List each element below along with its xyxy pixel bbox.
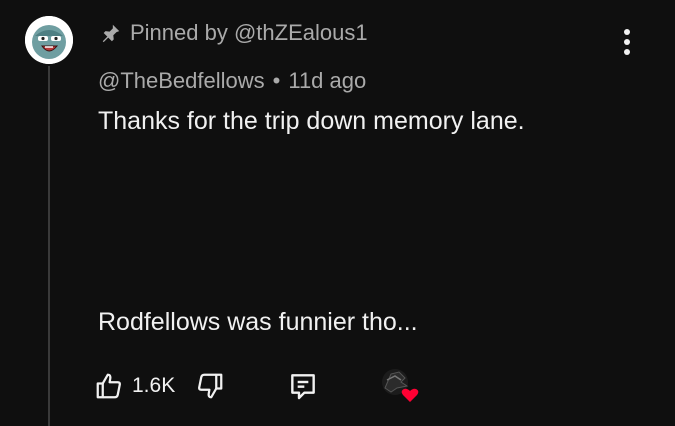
pin-icon bbox=[100, 22, 122, 44]
pinned-indicator: Pinned by @thZEalous1 bbox=[100, 18, 368, 48]
thumbs-up-icon bbox=[94, 371, 124, 401]
like-button[interactable]: 1.6K bbox=[94, 371, 175, 401]
thread-line bbox=[48, 66, 50, 426]
thumbs-down-icon bbox=[198, 373, 223, 399]
author-handle[interactable]: @TheBedfellows bbox=[98, 68, 265, 94]
dislike-button[interactable] bbox=[195, 371, 225, 401]
more-options-button[interactable] bbox=[612, 24, 642, 60]
avatar-image bbox=[25, 16, 73, 64]
like-count: 1.6K bbox=[132, 374, 176, 397]
creator-heart-icon bbox=[382, 369, 419, 402]
pinned-label: Pinned by @thZEalous1 bbox=[130, 20, 368, 45]
more-vertical-icon-dot bbox=[624, 29, 630, 35]
avatar[interactable] bbox=[25, 16, 73, 64]
more-vertical-icon-dot bbox=[624, 49, 630, 55]
comment-text-line-2: Rodfellows was funnier tho... bbox=[98, 308, 418, 336]
comment-text-line-1: Thanks for the trip down memory lane. bbox=[98, 107, 525, 135]
reply-comment-icon bbox=[291, 374, 316, 400]
separator-dot: • bbox=[272, 68, 281, 93]
more-vertical-icon-dot bbox=[624, 39, 630, 45]
comment-actions: 1.6K bbox=[94, 366, 421, 406]
timestamp[interactable]: 11d ago bbox=[288, 68, 366, 94]
creator-heart-badge bbox=[377, 366, 421, 406]
comment-header: @TheBedfellows • 11d ago bbox=[98, 66, 366, 96]
reply-button[interactable] bbox=[287, 370, 319, 402]
